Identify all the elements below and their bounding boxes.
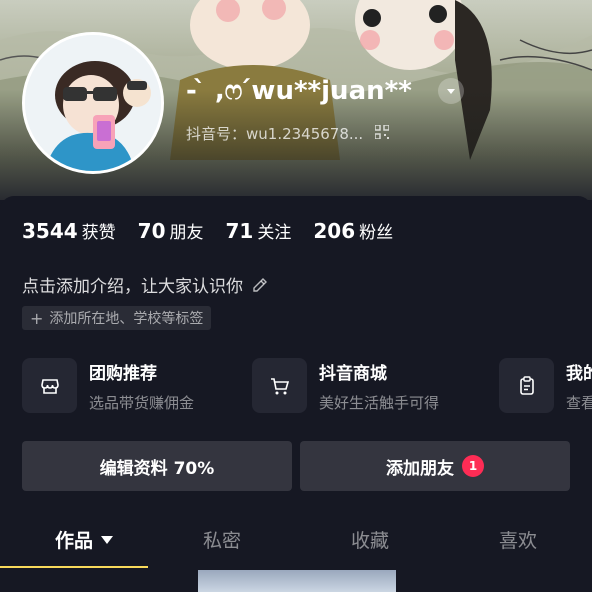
stat-value: 206 <box>313 219 356 243</box>
service-subtitle: 查看 <box>566 393 592 412</box>
douyin-id: 抖音号：wu1.2345678... <box>186 125 364 143</box>
add-friends-button[interactable]: 添加朋友 1 <box>300 441 570 491</box>
tab-label: 作品 <box>54 530 93 552</box>
cart-icon <box>252 358 307 413</box>
service-mall[interactable]: 抖音商城 美好生活触手可得 <box>252 358 439 413</box>
tab-private[interactable]: 私密 <box>148 526 296 553</box>
pencil-icon <box>253 277 267 292</box>
notification-badge: 1 <box>462 455 484 477</box>
stat-label: 粉丝 <box>359 223 394 243</box>
nickname[interactable]: - ̀ ,ෆ ́wu**juan** <box>186 76 412 107</box>
service-title: 我的 <box>566 363 592 384</box>
tab-likes[interactable]: 喜欢 <box>444 526 592 553</box>
shop-bag-icon <box>22 358 77 413</box>
stat-value: 3544 <box>22 219 78 243</box>
plus-icon: + <box>30 308 44 328</box>
bio-prompt[interactable]: 点击添加介绍，让大家认识你 <box>22 272 269 297</box>
order-list-icon <box>499 358 554 413</box>
tab-label: 私密 <box>202 530 241 552</box>
video-thumbnail[interactable] <box>198 570 396 592</box>
service-title: 团购推荐 <box>89 363 157 384</box>
service-title: 抖音商城 <box>319 363 387 384</box>
stat-label: 关注 <box>257 223 292 243</box>
edit-profile-button[interactable]: 编辑资料 70% <box>22 441 292 491</box>
triangle-down-icon <box>447 89 455 94</box>
stat-label: 获赞 <box>81 223 116 243</box>
service-group-buy[interactable]: 团购推荐 选品带货赚佣金 <box>22 358 194 413</box>
edit-profile-label: 编辑资料 70% <box>99 458 215 479</box>
services-row: 团购推荐 选品带货赚佣金 抖音商城 美好生活触手可得 我的 查看 <box>22 358 592 414</box>
tab-favorites[interactable]: 收藏 <box>296 526 444 553</box>
service-subtitle: 选品带货赚佣金 <box>89 393 195 412</box>
stats-row: 3544 获赞 70 朋友 71 关注 206 粉丝 <box>22 218 393 243</box>
add-friends-label: 添加朋友 <box>386 458 454 479</box>
add-location-tag-button[interactable]: + 添加所在地、学校等标签 <box>22 306 212 330</box>
stat-label: 朋友 <box>169 223 204 243</box>
active-tab-indicator <box>0 566 148 568</box>
avatar[interactable] <box>22 32 164 174</box>
stat-value: 70 <box>137 219 166 243</box>
qr-code-icon[interactable] <box>375 125 389 139</box>
account-switch-button[interactable] <box>438 78 464 104</box>
profile-card: 3544 获赞 70 朋友 71 关注 206 粉丝 点击添加介绍，让大家认识你 + 添… <box>0 196 592 592</box>
content-tabs: 作品 私密 收藏 喜欢 <box>0 526 592 570</box>
stat-following[interactable]: 71 关注 <box>226 218 292 243</box>
add-location-label: 添加所在地、学校等标签 <box>49 311 204 327</box>
tab-label: 喜欢 <box>498 530 537 552</box>
stat-likes[interactable]: 3544 获赞 <box>22 218 116 243</box>
stat-friends[interactable]: 70 朋友 <box>138 218 204 243</box>
service-subtitle: 美好生活触手可得 <box>319 393 440 412</box>
service-my-orders[interactable]: 我的 查看 <box>499 358 592 413</box>
stat-value: 71 <box>225 219 254 243</box>
bio-text: 点击添加介绍，让大家认识你 <box>22 277 243 297</box>
tab-works[interactable]: 作品 <box>10 526 158 553</box>
stat-followers[interactable]: 206 粉丝 <box>313 218 393 243</box>
tab-label: 收藏 <box>350 530 389 552</box>
triangle-down-icon <box>101 535 113 544</box>
avatar-illustration <box>25 35 161 171</box>
